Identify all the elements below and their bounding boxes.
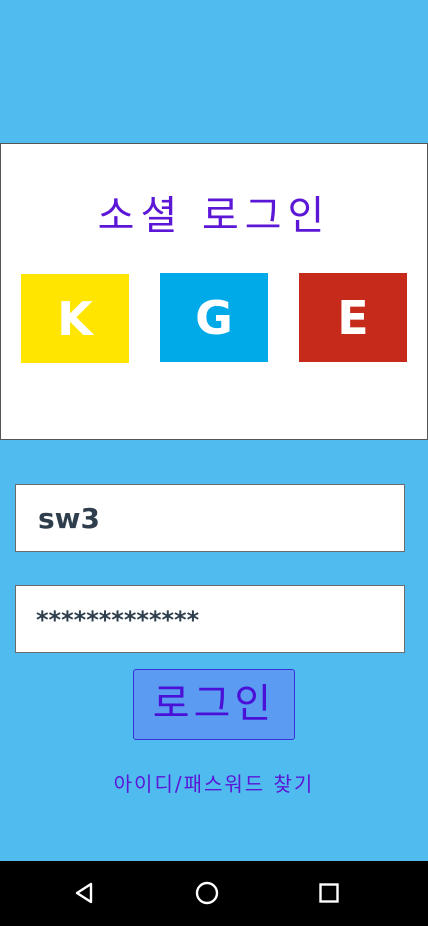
password-input[interactable]: *************: [15, 585, 405, 653]
navigation-bar: [0, 861, 428, 926]
password-input-value: *************: [36, 606, 200, 634]
id-input-value: sw3: [38, 502, 101, 535]
social-login-card: 소셜 로그인 K G E: [0, 143, 428, 440]
social-login-title: 소셜 로그인: [97, 193, 331, 239]
kakao-login-button[interactable]: K: [21, 274, 129, 363]
e-login-button[interactable]: E: [299, 273, 407, 362]
home-icon[interactable]: [187, 873, 227, 913]
id-input[interactable]: sw3: [15, 484, 405, 552]
google-login-button[interactable]: G: [160, 273, 268, 362]
find-id-password-link[interactable]: 아이디/패스워드 찾기: [0, 770, 428, 798]
login-button[interactable]: 로그인: [133, 669, 295, 740]
recent-apps-icon[interactable]: [309, 873, 349, 913]
back-icon[interactable]: [65, 873, 105, 913]
